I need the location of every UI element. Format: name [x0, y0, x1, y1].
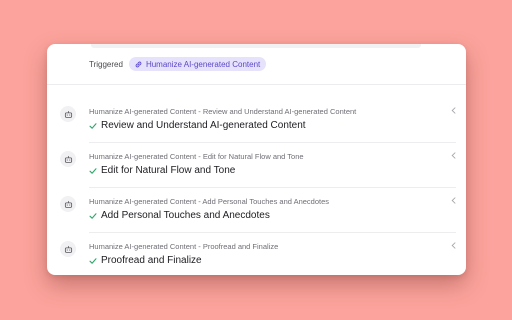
- robot-icon: [60, 106, 76, 122]
- robot-icon: [60, 241, 76, 257]
- robot-icon: [60, 151, 76, 167]
- chevron-left-icon[interactable]: [450, 196, 456, 204]
- step-title-row: Review and Understand AI-generated Conte…: [89, 120, 306, 131]
- workflow-card: Triggered Humanize AI-generated Content …: [47, 44, 466, 275]
- step-subtitle: Humanize AI-generated Content - Edit for…: [89, 152, 304, 161]
- trigger-chip[interactable]: Humanize AI-generated Content: [128, 57, 267, 71]
- link-icon: [134, 60, 143, 69]
- step-divider: [89, 142, 456, 143]
- step-title-row: Proofread and Finalize: [89, 255, 202, 266]
- check-icon: [89, 167, 97, 175]
- step-subtitle: Humanize AI-generated Content - Proofrea…: [89, 242, 279, 251]
- trigger-chip-label: Humanize AI-generated Content: [145, 59, 261, 69]
- step-title: Edit for Natural Flow and Tone: [101, 165, 236, 176]
- step-title-row: Add Personal Touches and Anecdotes: [89, 210, 270, 221]
- step-divider: [89, 187, 456, 188]
- trigger-row: Triggered Humanize AI-generated Content: [89, 57, 267, 71]
- chevron-left-icon[interactable]: [450, 151, 456, 159]
- step-title: Add Personal Touches and Anecdotes: [101, 210, 270, 221]
- check-icon: [89, 212, 97, 220]
- step-divider: [89, 232, 456, 233]
- step-title: Proofread and Finalize: [101, 255, 202, 266]
- step-title-row: Edit for Natural Flow and Tone: [89, 165, 235, 176]
- chevron-left-icon[interactable]: [450, 241, 456, 249]
- trigger-label: Triggered: [89, 59, 123, 69]
- step-subtitle: Humanize AI-generated Content - Review a…: [89, 107, 357, 116]
- previous-section-edge: [91, 44, 421, 48]
- header-divider: [47, 84, 466, 85]
- step-subtitle: Humanize AI-generated Content - Add Pers…: [89, 197, 330, 206]
- step-title: Review and Understand AI-generated Conte…: [101, 120, 306, 131]
- check-icon: [89, 257, 97, 265]
- chevron-left-icon[interactable]: [450, 106, 456, 114]
- robot-icon: [60, 196, 76, 212]
- check-icon: [89, 122, 97, 130]
